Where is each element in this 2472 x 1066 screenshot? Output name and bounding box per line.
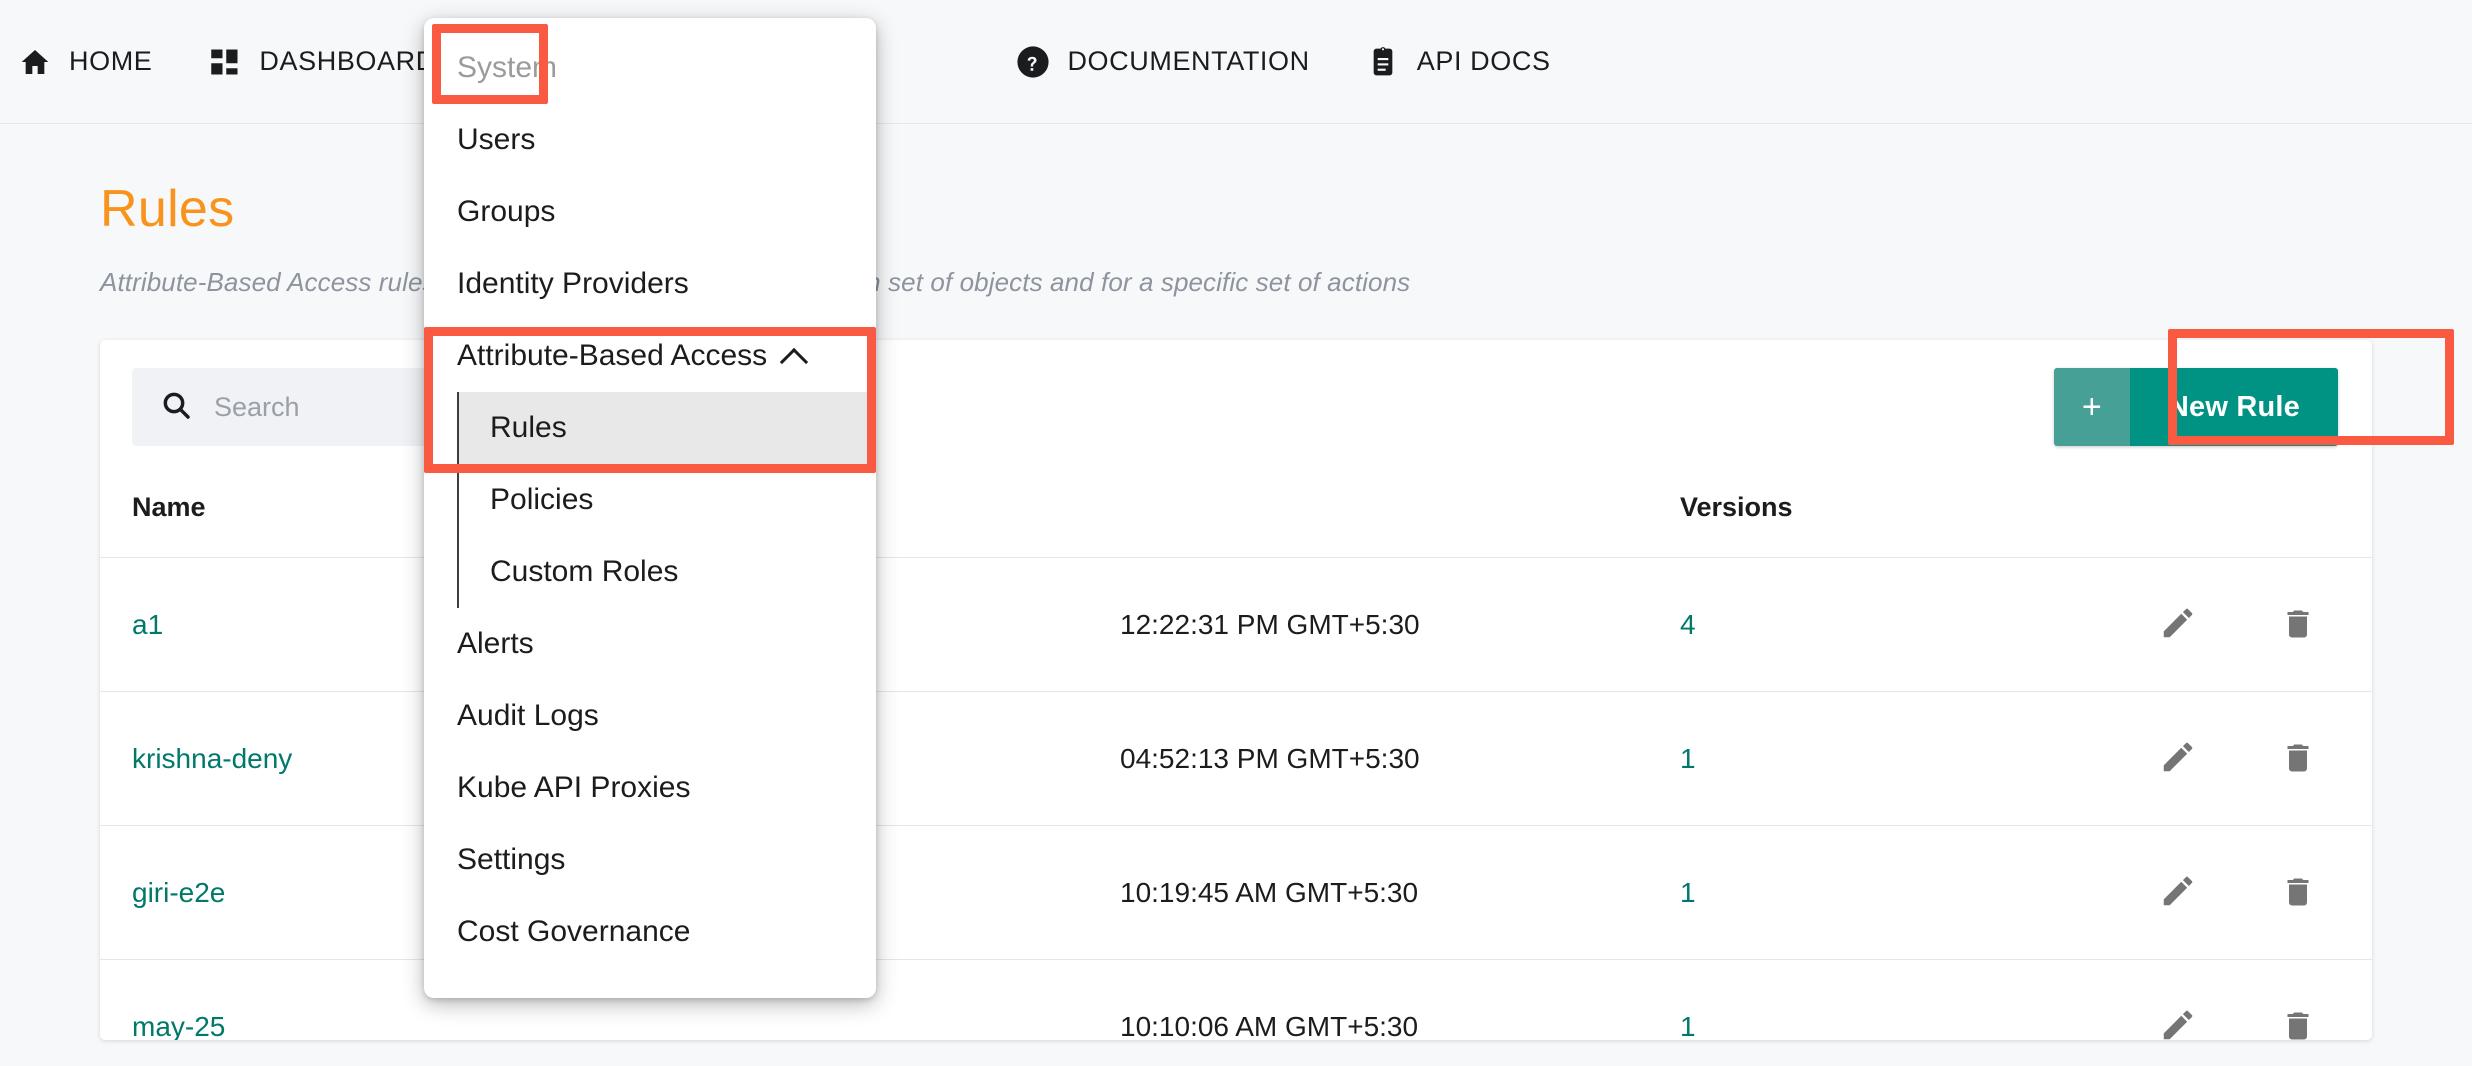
chevron-up-icon bbox=[781, 343, 807, 369]
versions-link[interactable]: 1 bbox=[1680, 877, 1696, 908]
menu-item-settings-label: Settings bbox=[457, 843, 566, 876]
menu-item-rules[interactable]: Rules bbox=[459, 392, 876, 464]
column-header-versions[interactable]: Versions bbox=[1680, 474, 1980, 558]
pencil-icon bbox=[2159, 1006, 2197, 1041]
search-icon bbox=[160, 389, 192, 426]
edit-row-button[interactable] bbox=[2150, 730, 2206, 786]
menu-item-cost-governance[interactable]: Cost Governance bbox=[424, 896, 876, 968]
top-navigation-bar: HOME DASHBOARDS DOCUMENTATION API DOCS bbox=[0, 0, 2472, 124]
versions-link[interactable]: 1 bbox=[1680, 743, 1696, 774]
trash-icon bbox=[2280, 1008, 2316, 1041]
menu-item-custom-roles-label: Custom Roles bbox=[490, 555, 679, 588]
cell-actions bbox=[1980, 691, 2372, 826]
cell-versions: 1 bbox=[1680, 825, 1980, 960]
nav-api-docs-label: API DOCS bbox=[1416, 46, 1551, 76]
menu-item-users-label: Users bbox=[457, 123, 536, 156]
edit-row-button[interactable] bbox=[2150, 596, 2206, 652]
cell-actions bbox=[1980, 557, 2372, 692]
pencil-icon bbox=[2159, 738, 2197, 779]
nav-documentation[interactable]: DOCUMENTATION bbox=[1016, 45, 1309, 79]
menu-item-attribute-based-access-label: Attribute-Based Access bbox=[457, 339, 768, 372]
cell-actions bbox=[1980, 825, 2372, 960]
pencil-icon bbox=[2159, 604, 2197, 645]
nav-home-label: HOME bbox=[69, 46, 153, 76]
delete-row-button[interactable] bbox=[2270, 999, 2326, 1040]
rule-name-link[interactable]: a1 bbox=[132, 609, 163, 640]
menu-item-policies[interactable]: Policies bbox=[459, 464, 876, 536]
menu-item-kube-api-proxies-label: Kube API Proxies bbox=[457, 771, 691, 804]
home-icon bbox=[18, 45, 52, 79]
cell-updated: 12:22:31 PM GMT+5:30 bbox=[1120, 557, 1680, 692]
versions-link[interactable]: 1 bbox=[1680, 1011, 1696, 1041]
menu-item-users[interactable]: Users bbox=[424, 104, 876, 176]
cell-versions: 4 bbox=[1680, 557, 1980, 692]
nav-documentation-label: DOCUMENTATION bbox=[1067, 46, 1310, 76]
page-content: Rules Attribute-Based Access rules defin… bbox=[0, 124, 2472, 1066]
menu-item-audit-logs[interactable]: Audit Logs bbox=[424, 680, 876, 752]
menu-item-identity-providers-label: Identity Providers bbox=[457, 267, 689, 300]
trash-icon bbox=[2280, 740, 2316, 779]
system-dropdown-menu: System Users Groups Identity Providers A… bbox=[424, 18, 876, 998]
column-header-actions bbox=[1980, 474, 2372, 558]
menu-item-audit-logs-label: Audit Logs bbox=[457, 699, 599, 732]
delete-row-button[interactable] bbox=[2270, 731, 2326, 787]
cell-actions bbox=[1980, 959, 2372, 1040]
menu-item-settings[interactable]: Settings bbox=[424, 824, 876, 896]
column-header-updated[interactable] bbox=[1120, 474, 1680, 558]
edit-row-button[interactable] bbox=[2150, 864, 2206, 920]
cell-updated: 04:52:13 PM GMT+5:30 bbox=[1120, 691, 1680, 826]
menu-item-alerts-label: Alerts bbox=[457, 627, 534, 660]
menu-item-identity-providers[interactable]: Identity Providers bbox=[424, 248, 876, 320]
menu-item-alerts[interactable]: Alerts bbox=[424, 608, 876, 680]
rule-name-link[interactable]: giri-e2e bbox=[132, 877, 225, 908]
nav-api-docs[interactable]: API DOCS bbox=[1366, 45, 1551, 79]
menu-item-kube-api-proxies[interactable]: Kube API Proxies bbox=[424, 752, 876, 824]
trash-icon bbox=[2280, 874, 2316, 913]
menu-item-system[interactable]: System bbox=[424, 32, 876, 104]
nav-home[interactable]: HOME bbox=[18, 45, 152, 79]
menu-item-groups[interactable]: Groups bbox=[424, 176, 876, 248]
new-rule-label: New Rule bbox=[2129, 368, 2338, 446]
menu-item-custom-roles[interactable]: Custom Roles bbox=[459, 536, 876, 608]
menu-item-attribute-based-access[interactable]: Attribute-Based Access bbox=[424, 320, 876, 392]
cell-updated: 10:19:45 AM GMT+5:30 bbox=[1120, 825, 1680, 960]
cell-versions: 1 bbox=[1680, 691, 1980, 826]
delete-row-button[interactable] bbox=[2270, 597, 2326, 653]
versions-link[interactable]: 4 bbox=[1680, 609, 1696, 640]
pencil-icon bbox=[2159, 872, 2197, 913]
nav-dashboards[interactable]: DASHBOARDS bbox=[208, 45, 454, 79]
menu-item-rules-label: Rules bbox=[490, 411, 567, 444]
cell-versions: 1 bbox=[1680, 959, 1980, 1041]
help-circle-icon bbox=[1016, 45, 1050, 79]
clipboard-icon bbox=[1366, 45, 1400, 79]
menu-item-policies-label: Policies bbox=[490, 483, 594, 516]
delete-row-button[interactable] bbox=[2270, 865, 2326, 921]
rule-name-link[interactable]: may-25 bbox=[132, 1011, 225, 1041]
plus-icon: + bbox=[2053, 368, 2130, 446]
menu-item-cost-governance-label: Cost Governance bbox=[457, 915, 691, 948]
dashboards-grid-icon bbox=[208, 45, 242, 79]
attribute-based-access-submenu: Rules Policies Custom Roles bbox=[457, 392, 876, 608]
menu-item-system-label: System bbox=[457, 51, 558, 84]
rule-name-link[interactable]: krishna-deny bbox=[132, 743, 292, 774]
menu-item-groups-label: Groups bbox=[457, 195, 556, 228]
cell-updated: 10:10:06 AM GMT+5:30 bbox=[1120, 959, 1680, 1040]
trash-icon bbox=[2280, 606, 2316, 645]
edit-row-button[interactable] bbox=[2150, 998, 2206, 1040]
new-rule-button[interactable]: + New Rule bbox=[2053, 368, 2338, 446]
